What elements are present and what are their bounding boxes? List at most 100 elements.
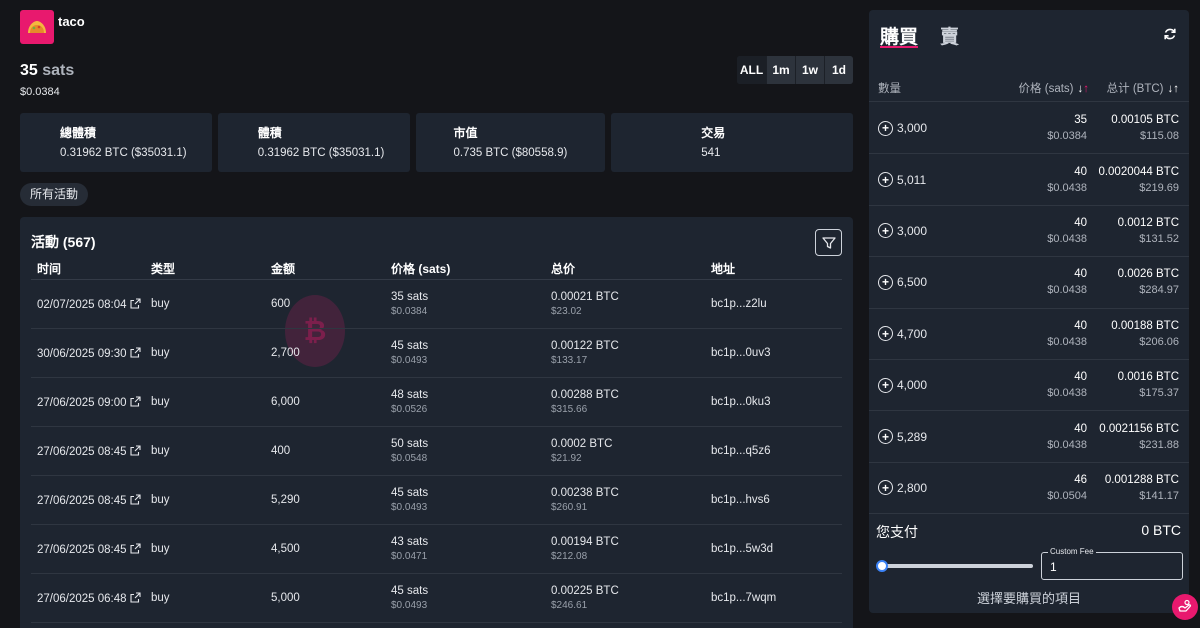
orderbook-col-price-label: 价格 (sats) xyxy=(1018,82,1074,95)
timeframe-1d-button[interactable]: 1d xyxy=(824,56,853,84)
row-total-usd: $246.61 xyxy=(551,600,588,611)
row-address[interactable]: bc1p...z2lu xyxy=(711,298,842,310)
row-time[interactable]: 02/07/2025 08:04 xyxy=(31,297,151,311)
order-qty: 5,011 xyxy=(897,172,927,187)
row-time[interactable]: 27/06/2025 08:45 xyxy=(31,444,151,458)
row-total-usd: $212.08 xyxy=(551,551,588,562)
row-total: 0.00122 BTC xyxy=(551,340,619,352)
plus-circle-icon[interactable]: + xyxy=(878,377,893,393)
fee-slider-track[interactable] xyxy=(882,564,1033,568)
custom-fee-field[interactable]: Custom Fee xyxy=(1041,547,1183,580)
row-address[interactable]: bc1p...q5z6 xyxy=(711,445,842,457)
row-type: buy xyxy=(151,543,170,555)
plus-circle-icon[interactable]: + xyxy=(878,274,893,290)
plus-circle-icon[interactable]: + xyxy=(878,326,893,342)
row-price-usd: $0.0471 xyxy=(391,551,428,562)
list-item[interactable]: +6,500 40 $0.0438 0.0026 BTC $284.97 xyxy=(869,257,1189,309)
column-amount: 金额 xyxy=(271,262,296,276)
row-address[interactable]: bc1p...5w3d xyxy=(711,543,842,555)
row-time[interactable]: 30/06/2025 09:30 xyxy=(31,346,151,360)
token-header: taco xyxy=(20,10,853,44)
plus-circle-icon[interactable]: + xyxy=(878,223,893,239)
all-activity-chip[interactable]: 所有活動 xyxy=(20,183,89,206)
row-address[interactable]: bc1p...7wqm xyxy=(711,592,842,604)
list-item[interactable]: +4,700 40 $0.0438 0.00188 BTC $206.06 xyxy=(869,309,1189,360)
row-type: buy xyxy=(151,445,170,457)
external-link-icon[interactable] xyxy=(129,542,141,554)
row-price: 45 sats xyxy=(391,340,429,352)
fee-slider-thumb[interactable] xyxy=(876,560,888,572)
order-price-usd: $0.0438 xyxy=(1047,181,1087,194)
row-time[interactable]: 27/06/2025 06:48 xyxy=(31,591,151,605)
table-row: 30/06/2025 09:30 buy 2,700 45 sats $0.049… xyxy=(31,329,842,378)
order-total: 0.00105 BTC xyxy=(1111,114,1179,127)
timeframe-1m-button[interactable]: 1m xyxy=(766,56,795,84)
plus-circle-icon[interactable]: + xyxy=(878,120,893,136)
row-address[interactable]: bc1p...0ku3 xyxy=(711,396,842,408)
filter-icon xyxy=(821,236,836,249)
chat-icon xyxy=(1178,599,1192,612)
activity-table: 时间 类型 金额 价格 (sats) 总价 地址 02/07/2025 08:0… xyxy=(31,260,842,623)
row-price-usd: $0.0493 xyxy=(391,355,428,366)
filter-button[interactable] xyxy=(815,229,842,256)
row-time[interactable]: 27/06/2025 09:00 xyxy=(31,395,151,409)
row-amount: 5,290 xyxy=(271,494,300,506)
external-link-icon[interactable] xyxy=(129,346,141,358)
orderbook-col-price[interactable]: 价格 (sats) ↓↑ xyxy=(969,80,1089,96)
order-total: 0.001288 BTC xyxy=(1104,473,1179,486)
row-total-usd: $23.02 xyxy=(551,306,582,317)
row-address[interactable]: bc1p...hvs6 xyxy=(711,494,842,506)
plus-circle-icon[interactable]: + xyxy=(878,172,893,188)
row-time-text: 27/06/2025 08:45 xyxy=(37,543,127,556)
token-overview: taco 35 sats $0.0384 ALL 1m 1w 1d 總體積 0.… xyxy=(20,10,853,628)
tab-buy[interactable]: 購買 xyxy=(880,22,919,48)
plus-circle-icon[interactable]: + xyxy=(878,480,893,496)
table-row: 27/06/2025 08:45 buy 400 50 sats $0.0548 … xyxy=(31,427,842,476)
custom-fee-input[interactable] xyxy=(1050,560,1170,574)
tab-sell[interactable]: 賣 xyxy=(940,22,959,48)
row-time[interactable]: 27/06/2025 08:45 xyxy=(31,542,151,556)
row-amount: 5,000 xyxy=(271,592,300,604)
orderbook-list[interactable]: +3,000 35 $0.0384 0.00105 BTC $115.08 +5,0… xyxy=(869,103,1189,515)
chat-button[interactable] xyxy=(1172,594,1198,620)
list-item[interactable]: +2,800 46 $0.0504 0.001288 BTC $141.17 xyxy=(869,463,1189,515)
row-total: 0.00288 BTC xyxy=(551,389,619,401)
order-total-usd: $231.88 xyxy=(1139,438,1179,451)
order-total-usd: $219.69 xyxy=(1139,181,1179,194)
orderbook-col-total[interactable]: 总计 (BTC) ↓↑ xyxy=(1089,80,1179,96)
order-qty: 3,000 xyxy=(897,121,928,136)
row-total: 0.00238 BTC xyxy=(551,487,619,499)
row-price-usd: $0.0493 xyxy=(391,502,428,513)
external-link-icon[interactable] xyxy=(129,297,141,309)
timeframe-all-button[interactable]: ALL xyxy=(737,56,766,84)
row-address[interactable]: bc1p...0uv3 xyxy=(711,347,842,359)
row-time[interactable]: 27/06/2025 08:45 xyxy=(31,493,151,507)
timeframe-1w-button[interactable]: 1w xyxy=(795,56,824,84)
refresh-button[interactable] xyxy=(1163,27,1177,44)
row-time-text: 30/06/2025 09:30 xyxy=(37,347,127,360)
sort-icon[interactable]: ↓↑ xyxy=(1168,83,1180,95)
list-item[interactable]: +5,289 40 $0.0438 0.0021156 BTC $231.88 xyxy=(869,411,1189,463)
row-amount: 4,500 xyxy=(271,543,300,555)
row-price: 43 sats xyxy=(391,536,429,548)
column-price: 价格 (sats) xyxy=(391,262,451,276)
order-total: 0.0026 BTC xyxy=(1117,268,1179,281)
list-item[interactable]: +5,011 40 $0.0438 0.0020044 BTC $219.69 xyxy=(869,154,1189,206)
external-link-icon[interactable] xyxy=(129,591,141,603)
external-link-icon[interactable] xyxy=(129,395,141,407)
taco-logo-icon xyxy=(20,10,54,44)
plus-circle-icon[interactable]: + xyxy=(878,429,893,445)
order-qty: 5,289 xyxy=(897,429,928,444)
order-qty: 6,500 xyxy=(897,275,928,290)
sort-icon[interactable]: ↓↑ xyxy=(1078,83,1090,95)
list-item[interactable]: +4,000 40 $0.0438 0.0016 BTC $175.37 xyxy=(869,360,1189,412)
external-link-icon[interactable] xyxy=(129,493,141,505)
list-item[interactable]: +3,000 35 $0.0384 0.00105 BTC $115.08 xyxy=(869,103,1189,155)
you-pay-label: 您支付 xyxy=(876,524,918,540)
stat-card-total-volume: 總體積 0.31962 BTC ($35031.1) xyxy=(20,113,212,172)
list-item[interactable]: +3,000 40 $0.0438 0.0012 BTC $131.52 xyxy=(869,206,1189,258)
order-price-usd: $0.0438 xyxy=(1047,438,1087,451)
external-link-icon[interactable] xyxy=(129,444,141,456)
fee-slider[interactable] xyxy=(876,560,1033,572)
trade-tabs: 購買 賣 xyxy=(880,22,959,48)
